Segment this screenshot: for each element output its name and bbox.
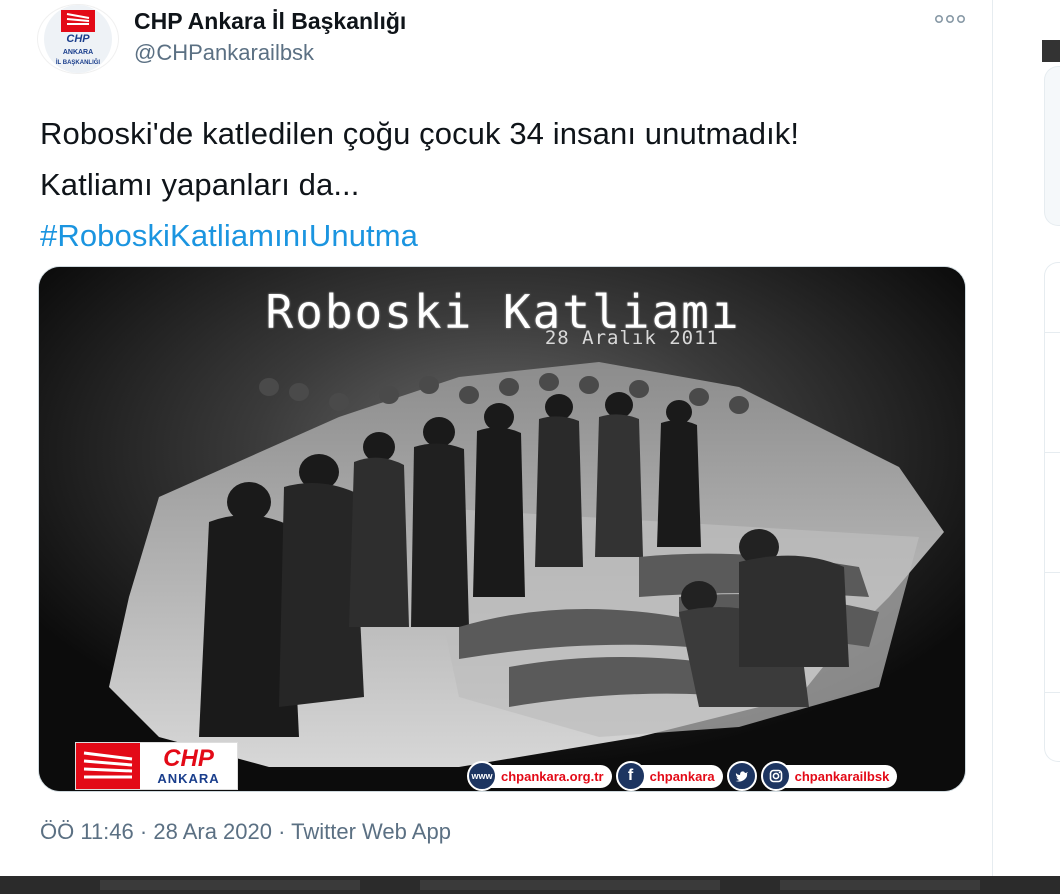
website-label: chpankara.org.tr xyxy=(491,764,612,788)
poster-date: 28 Aralık 2011 xyxy=(544,327,719,349)
author-name[interactable]: CHP Ankara İl Başkanlığı xyxy=(134,8,406,35)
chp-avatar-logo-icon: CHP ANKARA İL BAŞKANLIĞI xyxy=(44,5,112,73)
www-icon: www xyxy=(467,761,497,791)
instagram-link: chpankarailbsk xyxy=(760,761,898,791)
sidebar-divider xyxy=(1044,572,1060,573)
more-dots-icon xyxy=(934,14,965,24)
chp-ankara-logo: CHP ANKARA xyxy=(75,742,238,790)
tweet-time[interactable]: ÖÖ 11:46 xyxy=(40,819,134,844)
tweet-meta: ÖÖ 11:46 · 28 Ara 2020 · Twitter Web App xyxy=(40,819,451,845)
sidebar-trends-card[interactable] xyxy=(1044,262,1060,762)
tweet-date[interactable]: 28 Ara 2020 xyxy=(153,819,272,844)
sidebar-divider xyxy=(1044,332,1060,333)
tweet-text-line-1: Roboski'de katledilen çoğu çocuk 34 insa… xyxy=(40,116,800,151)
instagram-label: chpankarailbsk xyxy=(784,764,898,788)
crowd-photo-illustration xyxy=(39,267,965,791)
sidebar-divider xyxy=(1044,452,1060,453)
tweet-text-line-2: Katliamı yapanları da... xyxy=(40,167,360,202)
logo-ankara-text: ANKARA xyxy=(157,770,220,786)
meta-separator: · xyxy=(272,819,292,844)
avatar-chp-text: CHP xyxy=(66,33,90,45)
social-links-bar: www chpankara.org.tr f chpankara chpanka… xyxy=(463,761,898,791)
meta-separator: · xyxy=(133,819,154,844)
taskbar-strip xyxy=(0,876,1060,894)
tweet-media-image[interactable]: Roboski Katliamı 28 Aralık 2011 CHP ANKA… xyxy=(38,266,966,792)
author-handle[interactable]: @CHPankarailbsk xyxy=(134,40,314,66)
sidebar-edge-dark xyxy=(1042,40,1060,62)
chp-flag-icon xyxy=(76,743,140,789)
hashtag-link[interactable]: #RoboskiKatliamınıUnutma xyxy=(40,210,970,261)
tweet-text: Roboski'de katledilen çoğu çocuk 34 insa… xyxy=(40,108,970,261)
instagram-icon xyxy=(760,761,791,791)
twitter-icon xyxy=(726,761,757,791)
website-link: www chpankara.org.tr xyxy=(467,761,612,791)
poster-title: Roboski Katliamı xyxy=(265,285,741,339)
avatar-il-text: İL BAŞKANLIĞI xyxy=(56,58,101,66)
sidebar-divider xyxy=(1044,692,1060,693)
facebook-label: chpankara xyxy=(639,764,723,788)
sidebar-search-panel[interactable] xyxy=(1044,66,1060,226)
tweet-column: CHP ANKARA İL BAŞKANLIĞI CHP Ankara İl B… xyxy=(0,0,993,876)
tweet-source-app[interactable]: Twitter Web App xyxy=(291,819,451,844)
facebook-link: f chpankara xyxy=(615,761,723,791)
avatar-ankara-text: ANKARA xyxy=(63,49,93,56)
facebook-icon: f xyxy=(615,761,646,791)
more-options-button[interactable] xyxy=(930,6,970,32)
avatar[interactable]: CHP ANKARA İL BAŞKANLIĞI xyxy=(37,4,119,74)
twitter-link xyxy=(726,761,757,791)
logo-chp-text: CHP xyxy=(163,744,214,772)
